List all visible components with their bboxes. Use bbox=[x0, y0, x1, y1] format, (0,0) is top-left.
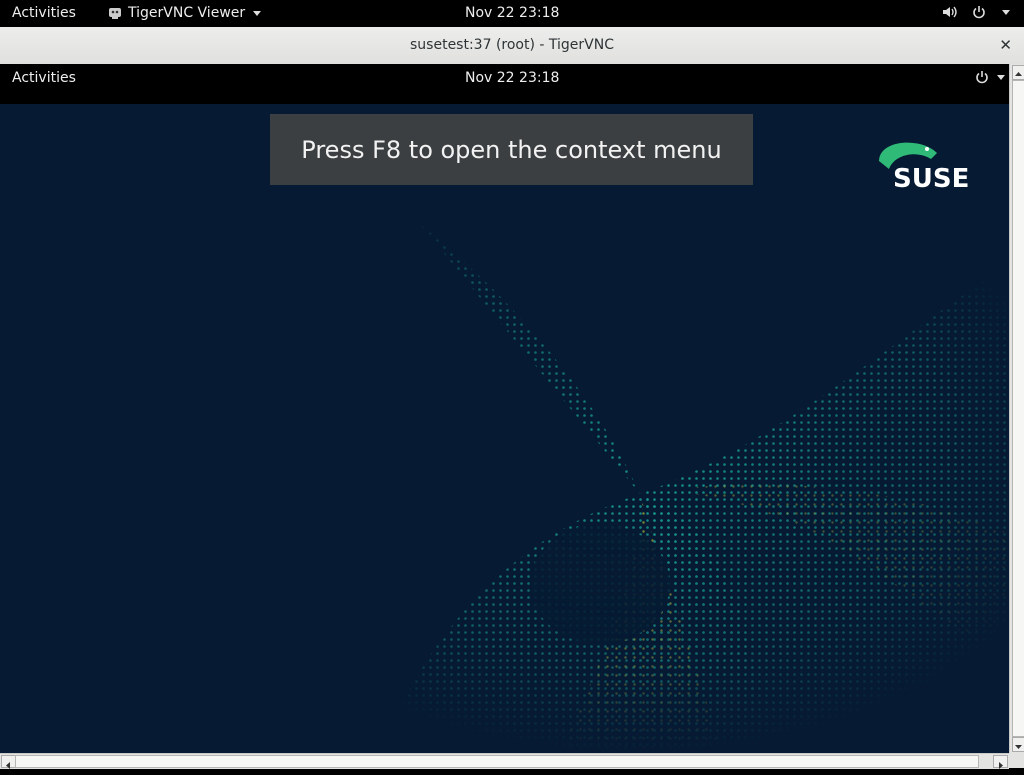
wallpaper-swirl bbox=[0, 104, 1009, 753]
logo-text: SUSE bbox=[893, 164, 969, 189]
remote-system-tray[interactable] bbox=[975, 70, 1005, 84]
scroll-left-arrow[interactable] bbox=[1, 755, 16, 769]
power-icon[interactable] bbox=[975, 70, 989, 84]
window-title-bar[interactable]: susetest:37 (root) - TigerVNC ✕ bbox=[0, 27, 1024, 65]
activities-button[interactable]: Activities bbox=[12, 5, 76, 21]
scroll-right-arrow[interactable] bbox=[993, 755, 1008, 769]
horizontal-scrollbar[interactable] bbox=[0, 753, 1009, 769]
power-icon[interactable] bbox=[972, 5, 986, 19]
vertical-scrollbar[interactable] bbox=[1009, 64, 1024, 753]
app-menu[interactable]: TigerVNC Viewer bbox=[108, 5, 262, 21]
remote-desktop[interactable]: Activities Nov 22 23:18 Press F8 to open… bbox=[0, 64, 1009, 753]
volume-icon[interactable] bbox=[942, 5, 958, 19]
system-tray[interactable] bbox=[942, 5, 1010, 19]
remote-activities-button[interactable]: Activities bbox=[12, 70, 76, 86]
scroll-up-arrow[interactable] bbox=[1012, 65, 1024, 80]
suse-logo: SUSE bbox=[879, 142, 969, 189]
remote-clock[interactable]: Nov 22 23:18 bbox=[465, 70, 559, 86]
chevron-down-icon bbox=[253, 10, 262, 16]
scroll-corner bbox=[1009, 753, 1024, 768]
scroll-down-arrow[interactable] bbox=[1012, 737, 1024, 752]
host-top-bar: Activities TigerVNC Viewer Nov 22 23:18 bbox=[0, 0, 1024, 27]
vertical-scroll-thumb[interactable] bbox=[1012, 80, 1024, 737]
tigervnc-app-icon bbox=[108, 6, 122, 20]
app-menu-label: TigerVNC Viewer bbox=[128, 5, 246, 21]
f8-hint-notification: Press F8 to open the context menu bbox=[270, 114, 753, 185]
window-title: susetest:37 (root) - TigerVNC bbox=[410, 37, 614, 53]
horizontal-scroll-thumb[interactable] bbox=[15, 755, 979, 768]
remote-top-bar: Activities Nov 22 23:18 bbox=[0, 64, 1009, 104]
close-icon[interactable]: ✕ bbox=[999, 36, 1012, 54]
clock[interactable]: Nov 22 23:18 bbox=[465, 5, 559, 21]
chevron-down-icon[interactable] bbox=[1002, 9, 1010, 15]
chevron-down-icon[interactable] bbox=[997, 74, 1005, 80]
vnc-window: susetest:37 (root) - TigerVNC ✕ Activiti… bbox=[0, 27, 1024, 769]
